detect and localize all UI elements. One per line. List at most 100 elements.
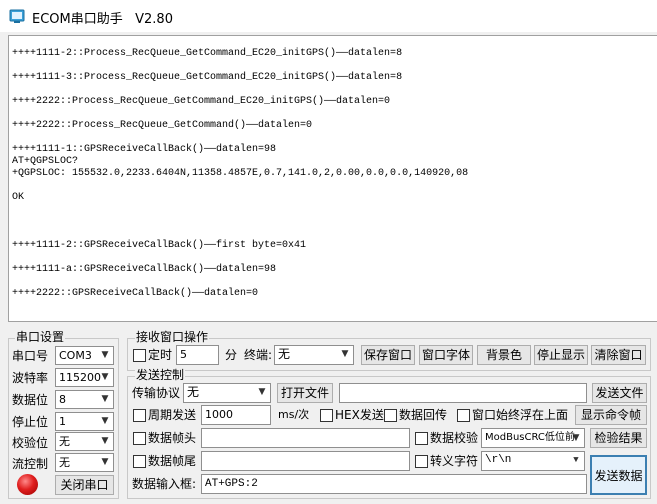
check-result-button[interactable]: 检验结果 — [590, 428, 647, 448]
baud-select[interactable]: 115200 ▼ — [55, 368, 114, 387]
timer-label: 定时 — [148, 348, 173, 362]
app-icon — [9, 9, 25, 23]
port-status-led-icon — [17, 474, 38, 495]
hex-send-checkbox[interactable] — [320, 409, 333, 422]
escape-char-select[interactable]: \r\n ▼ — [481, 451, 585, 471]
receive-line: ++++2222::GPSReceiveCallBack()——datalen=… — [12, 288, 259, 299]
receive-line — [12, 60, 657, 72]
receive-line — [12, 132, 657, 144]
send-control-label: 发送控制 — [135, 368, 186, 382]
port-select[interactable]: COM3 ▼ — [55, 346, 114, 365]
window-font-button[interactable]: 窗口字体 — [419, 345, 473, 365]
port-value: COM3 — [59, 349, 92, 362]
parity-select[interactable]: 无 ▼ — [55, 432, 114, 451]
flow-select[interactable]: 无 ▼ — [55, 453, 114, 472]
data-input-label: 数据输入框: — [132, 477, 197, 491]
receive-ops-label: 接收窗口操作 — [135, 330, 210, 344]
port-label: 串口号 — [12, 349, 49, 363]
parity-value: 无 — [59, 435, 70, 448]
escape-char-checkbox[interactable] — [415, 455, 428, 468]
flow-value: 无 — [59, 456, 70, 469]
parity-label: 校验位 — [12, 436, 49, 450]
receive-line — [12, 204, 657, 216]
chevron-down-icon: ▼ — [341, 349, 349, 359]
receive-text-area[interactable]: ++++1111-2::Process_RecQueue_GetCommand_… — [8, 35, 657, 322]
title-bar: ECOM串口助手 V2.80 — [0, 0, 657, 32]
receive-line: ++++1111-2::GPSReceiveCallBack()——first … — [12, 240, 307, 251]
receive-line: OK — [12, 192, 25, 203]
stop-display-button[interactable]: 停止显示 — [534, 345, 588, 365]
stopbits-value: 1 — [59, 415, 66, 428]
hex-send-label: HEX发送 — [335, 408, 384, 422]
receive-line: AT+QGPSLOC? — [12, 156, 79, 167]
minutes-unit-label: 分 — [225, 348, 238, 362]
chevron-down-icon: ▼ — [101, 457, 109, 467]
checksum-label: 数据校验 — [430, 431, 479, 445]
escape-char-label: 转义字符 — [430, 454, 479, 468]
frame-head-input[interactable] — [201, 428, 410, 448]
chevron-down-icon: ▼ — [101, 372, 109, 382]
window-title: ECOM串口助手 V2.80 — [32, 12, 173, 27]
protocol-select[interactable]: 无 ▼ — [183, 383, 271, 403]
background-color-button[interactable]: 背景色 — [477, 345, 531, 365]
baud-label: 波特率 — [12, 371, 49, 385]
chevron-down-icon: ▼ — [101, 416, 109, 426]
receive-line: ++++2222::Process_RecQueue_GetCommand_EC… — [12, 96, 391, 107]
always-top-checkbox[interactable] — [457, 409, 470, 422]
databits-label: 数据位 — [12, 393, 49, 407]
frame-head-checkbox[interactable] — [133, 432, 146, 445]
frame-tail-label: 数据帧尾 — [148, 454, 197, 468]
checksum-select[interactable]: ModBusCRC低位前 ▼ — [481, 428, 585, 448]
terminal-label: 终端: — [244, 348, 273, 362]
databits-select[interactable]: 8 ▼ — [55, 390, 114, 409]
receive-line: ++++2222::Process_RecQueue_GetCommand()—… — [12, 120, 313, 131]
chevron-down-icon: ▼ — [572, 433, 580, 443]
receive-line: +QGPSLOC: 155532.0,2233.6404N,11358.4857… — [12, 168, 469, 179]
frame-tail-input[interactable] — [201, 451, 410, 471]
escape-char-value: \r\n — [485, 454, 512, 466]
clear-window-button[interactable]: 清除窗口 — [591, 345, 646, 365]
receive-line — [12, 252, 657, 264]
protocol-value: 无 — [187, 385, 200, 399]
echo-label: 数据回传 — [399, 408, 448, 422]
receive-line: ++++1111-3::Process_RecQueue_GetCommand_… — [12, 72, 403, 83]
checksum-value: ModBusCRC低位前 — [485, 432, 575, 443]
databits-value: 8 — [59, 393, 66, 406]
chevron-down-icon: ▼ — [101, 350, 109, 360]
baud-value: 115200 — [59, 371, 101, 384]
receive-line — [12, 276, 657, 288]
periodic-send-checkbox[interactable] — [133, 409, 146, 422]
period-unit-label: ms/次 — [278, 408, 310, 421]
always-top-label: 窗口始终浮在上面 — [472, 408, 569, 422]
receive-line — [12, 84, 657, 96]
terminal-select[interactable]: 无 ▼ — [274, 345, 354, 365]
show-command-frame-button[interactable]: 显示命令帧 — [575, 405, 647, 425]
receive-line — [12, 228, 657, 240]
data-input-field[interactable]: AT+GPS:2 — [201, 474, 587, 494]
send-data-button[interactable]: 发送数据 — [590, 455, 647, 495]
receive-line — [12, 216, 657, 228]
chevron-down-icon: ▼ — [101, 436, 109, 446]
file-path-input[interactable] — [339, 383, 587, 403]
echo-checkbox[interactable] — [384, 409, 397, 422]
timer-checkbox[interactable] — [133, 349, 146, 362]
chevron-down-icon: ▼ — [101, 394, 109, 404]
receive-line — [12, 108, 657, 120]
checksum-checkbox[interactable] — [415, 432, 428, 445]
periodic-send-label: 周期发送 — [148, 408, 197, 422]
stopbits-select[interactable]: 1 ▼ — [55, 412, 114, 431]
terminal-value: 无 — [278, 347, 291, 361]
flow-label: 流控制 — [12, 457, 49, 471]
timer-minutes-input[interactable]: 5 — [176, 345, 219, 365]
receive-line — [12, 180, 657, 192]
send-file-button[interactable]: 发送文件 — [592, 383, 647, 403]
frame-tail-checkbox[interactable] — [133, 455, 146, 468]
open-file-button[interactable]: 打开文件 — [277, 383, 333, 403]
serial-settings-label: 串口设置 — [15, 330, 66, 344]
close-port-button[interactable]: 关闭串口 — [55, 475, 114, 495]
stopbits-label: 停止位 — [12, 415, 49, 429]
chevron-down-icon: ▼ — [573, 455, 579, 465]
save-window-button[interactable]: 保存窗口 — [361, 345, 415, 365]
receive-line: ++++1111-1::GPSReceiveCallBack()——datale… — [12, 144, 277, 155]
period-input[interactable]: 1000 — [201, 405, 271, 425]
